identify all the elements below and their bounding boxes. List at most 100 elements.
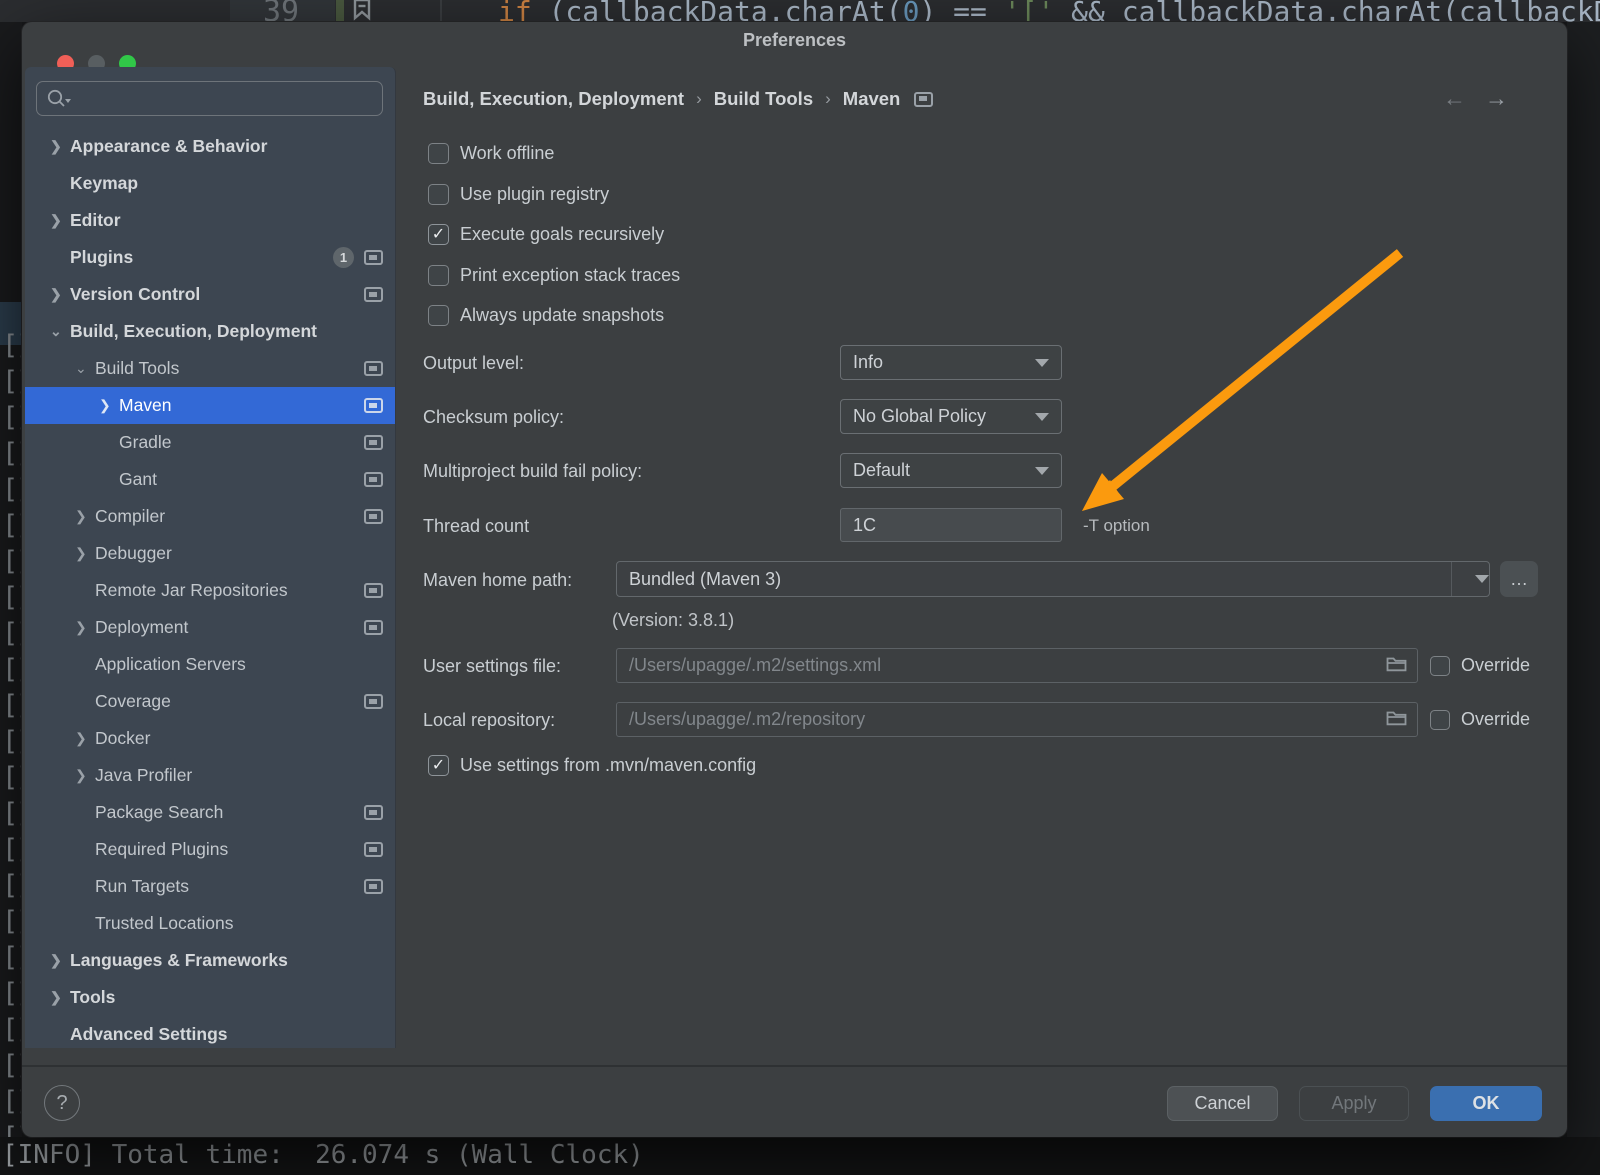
chevron-right-icon[interactable]: ❯ [50,952,70,969]
console-bracket: [] [2,582,22,613]
chevron-right-icon[interactable]: ❯ [99,397,119,414]
sidebar-item-build-execution-deployment[interactable]: ⌄Build, Execution, Deployment [25,313,396,350]
search-icon [46,88,72,110]
sidebar-item-label: Package Search [95,802,223,823]
sidebar-item-advanced-settings[interactable]: Advanced Settings [25,1016,396,1048]
select-checksum-policy[interactable]: No Global Policy [840,399,1062,434]
breadcrumb-item[interactable]: Build Tools [714,88,813,110]
checkbox-unchecked-icon[interactable] [428,265,449,286]
checkbox-unchecked-icon[interactable] [428,143,449,164]
background-editor-strip: 39 if (callbackData.charAt(0) == '[' && … [0,0,1600,22]
option-checkbox-work-offline[interactable]: Work offline [428,141,554,165]
sidebar-item-required-plugins[interactable]: Required Plugins [25,831,396,868]
sidebar-item-gradle[interactable]: Gradle [25,424,396,461]
sidebar-item-gant[interactable]: Gant [25,461,396,498]
chevron-down-icon[interactable] [1451,562,1489,596]
checkbox-unchecked-icon[interactable] [428,305,449,326]
checkbox-checked-icon[interactable]: ✓ [428,755,449,776]
chevron-right-icon[interactable]: ❯ [75,619,95,636]
sidebar-item-keymap[interactable]: Keymap [25,165,396,202]
chevron-down-icon[interactable]: ⌄ [75,360,95,377]
chevron-right-icon[interactable]: ❯ [50,989,70,1006]
console-bracket: [] [2,942,22,973]
option-checkbox-execute-goals-recursively[interactable]: ✓Execute goals recursively [428,222,664,246]
sidebar-item-languages-frameworks[interactable]: ❯Languages & Frameworks [25,942,396,979]
editor-divider [440,0,442,22]
chevron-right-icon[interactable]: ❯ [50,212,70,229]
footer-divider [22,1065,1567,1067]
sidebar-item-docker[interactable]: ❯Docker [25,720,396,757]
select-output-level[interactable]: Info [840,345,1062,380]
sidebar-item-appearance-behavior[interactable]: ❯Appearance & Behavior [25,128,396,165]
sidebar-item-build-tools[interactable]: ⌄Build Tools [25,350,396,387]
sidebar-item-label: Build Tools [95,358,179,379]
sidebar-item-maven[interactable]: ❯Maven [25,387,396,424]
settings-search-input[interactable] [36,81,383,116]
breadcrumb-item[interactable]: Maven [843,88,901,110]
path-input-local-repository[interactable]: /Users/upagge/.m2/repository [616,702,1418,737]
nav-back-arrow[interactable]: ← [1443,85,1466,112]
folder-icon[interactable] [1386,709,1407,731]
sidebar-item-version-control[interactable]: ❯Version Control [25,276,396,313]
console-bracket: [] [2,690,22,721]
thread-count-input[interactable]: 1C [840,508,1062,542]
console-bracket: [] [2,1086,22,1117]
code-line: if (callbackData.charAt(0) == '[' && cal… [498,0,1600,22]
override-checkbox-row[interactable]: Override [1430,709,1530,730]
maven-home-value: Bundled (Maven 3) [617,569,781,590]
sidebar-item-tools[interactable]: ❯Tools [25,979,396,1016]
breadcrumb-item[interactable]: Build, Execution, Deployment [423,88,684,110]
sidebar-item-plugins[interactable]: Plugins1 [25,239,396,276]
select-multiproject-build-fail-policy[interactable]: Default [840,453,1062,488]
checkbox-unchecked-icon[interactable] [1430,710,1450,730]
use-settings-checkbox[interactable]: ✓ Use settings from .mvn/maven.config [428,753,756,777]
sidebar-item-deployment[interactable]: ❯Deployment [25,609,396,646]
chevron-down-icon[interactable]: ⌄ [50,323,70,340]
apply-button[interactable]: Apply [1299,1086,1409,1121]
console-bracket: [] [2,906,22,937]
path-input-user-settings-file[interactable]: /Users/upagge/.m2/settings.xml [616,648,1418,683]
cancel-button[interactable]: Cancel [1167,1086,1278,1121]
bookmark-icon [350,0,374,22]
sidebar-item-trusted-locations[interactable]: Trusted Locations [25,905,396,942]
chevron-right-icon[interactable]: ❯ [50,138,70,155]
modified-settings-icon [364,583,383,598]
checkbox-checked-icon[interactable]: ✓ [428,224,449,245]
maven-home-select[interactable]: Bundled (Maven 3) [616,561,1490,597]
checkbox-unchecked-icon[interactable] [428,184,449,205]
checkbox-unchecked-icon[interactable] [1430,656,1450,676]
background-console-left: [][][][][][][][][][][][][][][][][][][][]… [0,22,22,1175]
modified-settings-icon [364,879,383,894]
ok-button[interactable]: OK [1430,1086,1542,1121]
line-number: 39 [263,0,299,22]
folder-icon[interactable] [1386,655,1407,677]
sidebar-item-label: Coverage [95,691,171,712]
chevron-right-icon[interactable]: ❯ [75,508,95,525]
nav-forward-arrow[interactable]: → [1485,85,1508,112]
select-value: No Global Policy [853,406,986,427]
chevron-right-icon[interactable]: ❯ [75,730,95,747]
chevron-right-icon[interactable]: ❯ [75,767,95,784]
sidebar-item-coverage[interactable]: Coverage [25,683,396,720]
override-checkbox-row[interactable]: Override [1430,655,1530,676]
modified-settings-icon [364,694,383,709]
option-checkbox-always-update-snapshots[interactable]: Always update snapshots [428,303,664,327]
browse-more-button[interactable]: … [1500,561,1538,597]
sidebar-item-package-search[interactable]: Package Search [25,794,396,831]
chevron-right-icon[interactable]: ❯ [75,545,95,562]
sidebar-item-label: Gant [119,469,157,490]
sidebar-item-application-servers[interactable]: Application Servers [25,646,396,683]
chevron-right-icon[interactable]: ❯ [50,286,70,303]
sidebar-item-java-profiler[interactable]: ❯Java Profiler [25,757,396,794]
path-value: /Users/upagge/.m2/repository [629,709,865,730]
option-checkbox-print-exception-stack-traces[interactable]: Print exception stack traces [428,263,680,287]
help-button[interactable]: ? [44,1085,80,1121]
sidebar-item-label: Advanced Settings [70,1024,228,1045]
sidebar-item-editor[interactable]: ❯Editor [25,202,396,239]
modified-settings-icon [364,435,383,450]
sidebar-item-debugger[interactable]: ❯Debugger [25,535,396,572]
option-checkbox-use-plugin-registry[interactable]: Use plugin registry [428,182,609,206]
sidebar-item-run-targets[interactable]: Run Targets [25,868,396,905]
sidebar-item-remote-jar-repositories[interactable]: Remote Jar Repositories [25,572,396,609]
sidebar-item-compiler[interactable]: ❯Compiler [25,498,396,535]
